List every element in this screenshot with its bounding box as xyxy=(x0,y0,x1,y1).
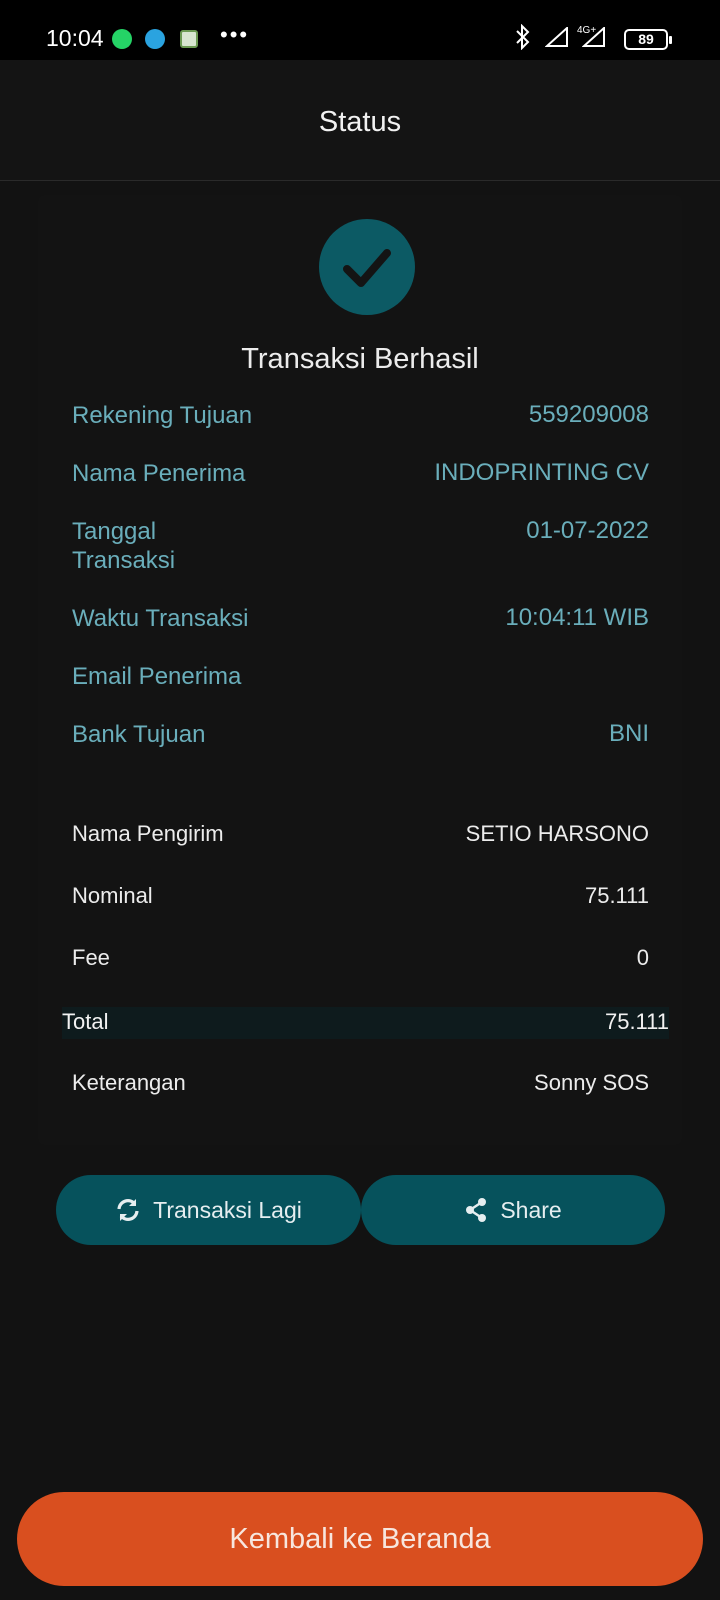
detail-label: Email Penerima xyxy=(72,663,242,690)
share-button[interactable]: Share xyxy=(361,1175,665,1245)
share-icon xyxy=(466,1198,487,1222)
status-time: 10:04 xyxy=(46,25,104,51)
whatsapp-icon xyxy=(112,29,132,49)
signal-icon xyxy=(544,25,569,52)
status-bar: 10:04 ••• 4G+ 89 xyxy=(0,0,720,60)
transaksi-lagi-button[interactable]: Transaksi Lagi xyxy=(56,1175,361,1245)
detail-label: Keterangan xyxy=(72,1070,186,1095)
page-title: Status xyxy=(318,106,402,138)
detail-row-total: Total 75.111 xyxy=(62,1007,669,1039)
detail-label: Nama Pengirim xyxy=(72,821,224,846)
bluetooth-icon xyxy=(514,23,532,55)
result-title: Transaksi Berhasil xyxy=(241,343,479,375)
check-icon xyxy=(343,249,391,287)
transaksi-lagi-label: Transaksi Lagi xyxy=(153,1196,302,1223)
detail-label: Nominal xyxy=(72,883,153,908)
battery-icon: 89 xyxy=(624,29,672,50)
detail-value: 75.111 xyxy=(584,883,649,908)
detail-value: 01-07-2022 xyxy=(526,517,649,544)
detail-label: Bank Tujuan xyxy=(72,721,206,748)
detail-label: Rekening Tujuan xyxy=(72,402,253,429)
total-value: 75.111 xyxy=(604,1009,669,1034)
detail-value: BNI xyxy=(608,720,649,747)
refresh-icon xyxy=(117,1199,139,1221)
detail-value: 0 xyxy=(636,945,649,970)
total-label: Total xyxy=(62,1009,109,1034)
signal-icon xyxy=(581,25,606,52)
detail-label: Nama Penerima xyxy=(72,460,246,487)
detail-value: 10:04:11 WIB xyxy=(505,604,649,631)
detail-value: 559209008 xyxy=(528,401,649,428)
detail-label: Waktu Transaksi xyxy=(72,605,249,632)
kembali-ke-beranda-label: Kembali ke Beranda xyxy=(229,1522,491,1555)
app-header: Status xyxy=(0,60,720,181)
success-badge xyxy=(319,219,415,315)
kembali-ke-beranda-button[interactable]: Kembali ke Beranda xyxy=(17,1492,703,1586)
detail-label: Tanggal Transaksi xyxy=(72,518,176,574)
detail-value: Sonny SOS xyxy=(534,1070,649,1095)
telegram-icon xyxy=(145,29,165,49)
detail-label: Fee xyxy=(72,945,110,970)
store-icon xyxy=(180,30,198,48)
detail-value: INDOPRINTING CV xyxy=(434,459,649,486)
share-label: Share xyxy=(500,1196,562,1223)
detail-value: SETIO HARSONO xyxy=(465,821,649,846)
screen: 10:04 ••• 4G+ 89 Status Transaksi Berhas… xyxy=(0,0,720,1600)
more-dots-icon: ••• xyxy=(220,22,250,47)
